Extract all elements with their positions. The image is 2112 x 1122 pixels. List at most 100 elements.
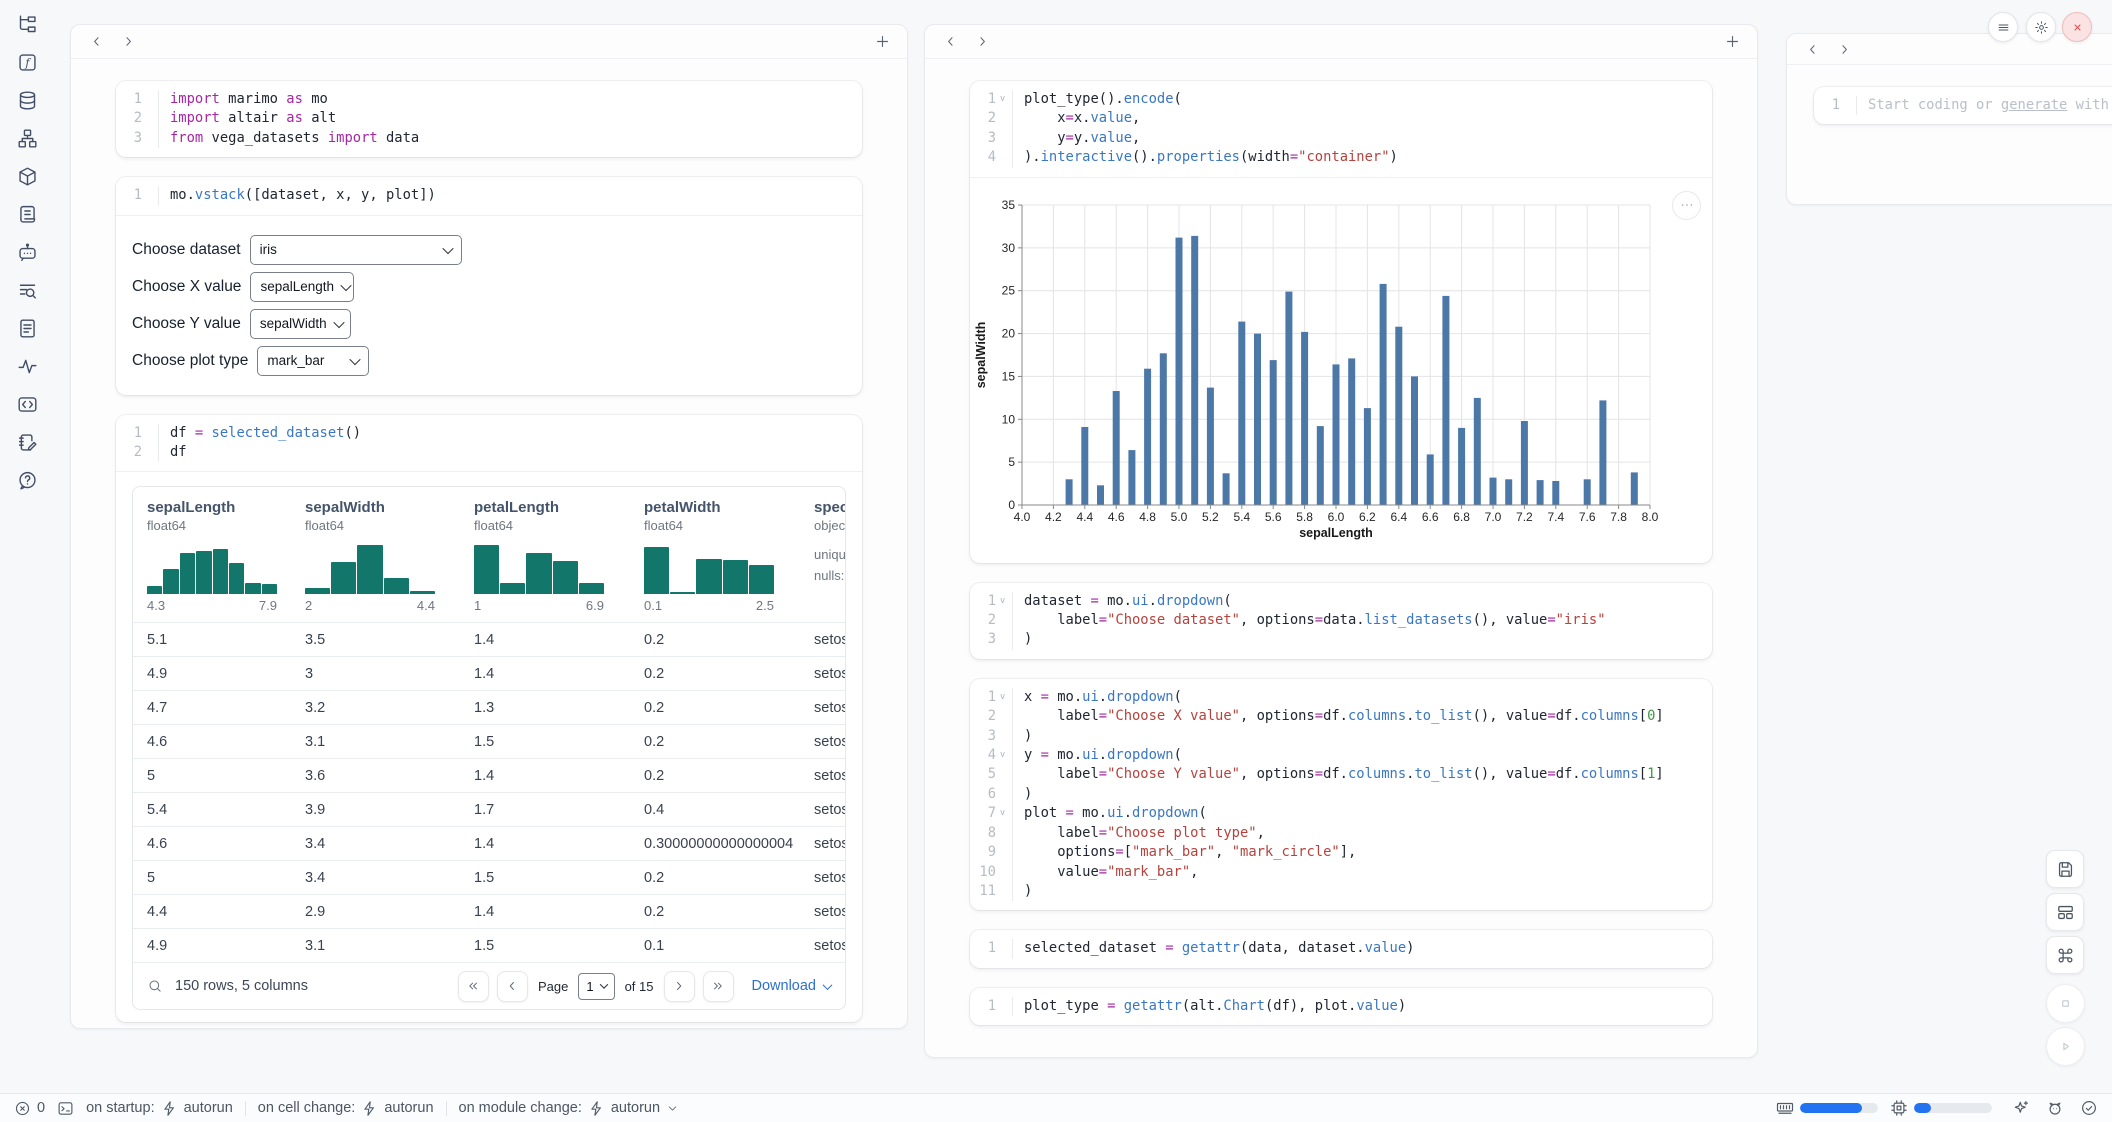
- table-row[interactable]: 5.13.51.40.2setosa: [133, 622, 845, 656]
- code-line[interactable]: 9 options=["mark_bar", "mark_circle"],: [970, 843, 1712, 862]
- fold-chevron-icon[interactable]: v: [996, 804, 1009, 823]
- code-line[interactable]: 2 x=x.value,: [970, 109, 1712, 128]
- table-row[interactable]: 53.41.50.2setosa: [133, 860, 845, 894]
- code-editor[interactable]: 1vplot_type().encode(2 x=x.value,3 y=y.v…: [970, 81, 1712, 177]
- sidebar-chat-bot-icon[interactable]: [17, 242, 38, 263]
- add-cell-button[interactable]: [1719, 29, 1745, 55]
- code-editor[interactable]: 1import marimo as mo2import altair as al…: [116, 81, 862, 157]
- code-editor[interactable]: 1vx = mo.ui.dropdown(2 label="Choose X v…: [970, 679, 1712, 910]
- code-line[interactable]: 11): [970, 882, 1712, 901]
- settings-button[interactable]: [2026, 12, 2056, 42]
- code-line[interactable]: 2import altair as alt: [116, 109, 862, 128]
- code-line[interactable]: 1plot_type = getattr(alt.Chart(df), plot…: [970, 997, 1712, 1016]
- sidebar-function-square-icon[interactable]: f: [17, 52, 38, 73]
- table-row[interactable]: 4.42.91.40.2setosa: [133, 894, 845, 928]
- dataset-select[interactable]: iris: [250, 235, 462, 265]
- sidebar-file-tree-icon[interactable]: [17, 14, 38, 35]
- prev-page-button[interactable]: [497, 971, 528, 1002]
- sidebar-package-icon[interactable]: [17, 166, 38, 187]
- sidebar-document-icon[interactable]: [17, 318, 38, 339]
- last-page-button[interactable]: [703, 971, 734, 1002]
- selected-dataset-code-cell[interactable]: 1selected_dataset = getattr(data, datase…: [970, 930, 1712, 967]
- y-value-select[interactable]: sepalWidth: [250, 309, 351, 339]
- code-line[interactable]: 3from vega_datasets import data: [116, 129, 862, 148]
- column-left-button[interactable]: [83, 29, 109, 55]
- code-line[interactable]: 7vplot = mo.ui.dropdown(: [970, 804, 1712, 823]
- ai-assistant-button[interactable]: [2012, 1099, 2030, 1117]
- save-button[interactable]: [2046, 850, 2084, 888]
- plot-type-select[interactable]: mark_bar: [257, 346, 369, 376]
- table-row[interactable]: 4.63.11.50.2setosa: [133, 724, 845, 758]
- next-page-button[interactable]: [664, 971, 695, 1002]
- sidebar-code-snippet-icon[interactable]: [17, 394, 38, 415]
- table-row[interactable]: 5.43.91.70.4setosa: [133, 792, 845, 826]
- run-all-button[interactable]: [2046, 1027, 2085, 1066]
- imports-code-cell[interactable]: 1import marimo as mo2import altair as al…: [116, 81, 862, 157]
- table-row[interactable]: 53.61.40.2setosa: [133, 758, 845, 792]
- connection-status-button[interactable]: [2080, 1099, 2098, 1117]
- sidebar-dependency-graph-icon[interactable]: [17, 128, 38, 149]
- page-select[interactable]: 1: [578, 973, 614, 1000]
- dataframe-code-cell[interactable]: 1df = selected_dataset()2df sepalLengthf…: [116, 415, 862, 1023]
- table-row[interactable]: 4.93.11.50.1setosa: [133, 928, 845, 962]
- sidebar-scratchpad-icon[interactable]: [17, 432, 38, 453]
- code-editor[interactable]: 1vdataset = mo.ui.dropdown(2 label="Choo…: [970, 583, 1712, 659]
- autorun-setting[interactable]: on startup:autorun: [86, 1100, 233, 1117]
- code-line[interactable]: 2 label="Choose dataset", options=data.l…: [970, 611, 1712, 630]
- code-line[interactable]: 5 label="Choose Y value", options=df.col…: [970, 765, 1712, 784]
- sidebar-database-icon[interactable]: [17, 90, 38, 111]
- copilot-button[interactable]: [2046, 1099, 2064, 1117]
- code-line[interactable]: 3): [970, 727, 1712, 746]
- sidebar-search-list-icon[interactable]: [17, 280, 38, 301]
- code-editor[interactable]: 1plot_type = getattr(alt.Chart(df), plot…: [970, 988, 1712, 1025]
- search-icon[interactable]: [147, 978, 163, 994]
- sidebar-activity-icon[interactable]: [17, 356, 38, 377]
- code-line[interactable]: 1vx = mo.ui.dropdown(: [970, 688, 1712, 707]
- layout-select-button[interactable]: [2046, 893, 2084, 931]
- plot-type-code-cell[interactable]: 1plot_type = getattr(alt.Chart(df), plot…: [970, 988, 1712, 1025]
- table-row[interactable]: 4.73.21.30.2setosa: [133, 690, 845, 724]
- column-left-button[interactable]: [937, 29, 963, 55]
- code-line[interactable]: 8 label="Choose plot type",: [970, 824, 1712, 843]
- chart-actions-button[interactable]: [1672, 191, 1701, 220]
- first-page-button[interactable]: [458, 971, 489, 1002]
- column-header-sepalWidth[interactable]: sepalWidthfloat6424.4: [305, 499, 474, 613]
- error-count-indicator[interactable]: 0: [14, 1100, 45, 1117]
- code-line[interactable]: 10 value="mark_bar",: [970, 863, 1712, 882]
- terminal-button[interactable]: [57, 1100, 74, 1117]
- sidebar-script-icon[interactable]: [17, 204, 38, 225]
- dataset-dropdown-code-cell[interactable]: 1vdataset = mo.ui.dropdown(2 label="Choo…: [970, 583, 1712, 659]
- add-cell-button[interactable]: [869, 29, 895, 55]
- fold-chevron-icon[interactable]: v: [996, 688, 1009, 707]
- code-line[interactable]: 3 y=y.value,: [970, 129, 1712, 148]
- memory-usage[interactable]: [1776, 1099, 1878, 1117]
- code-editor[interactable]: 1selected_dataset = getattr(data, datase…: [970, 930, 1712, 967]
- download-button[interactable]: Download: [752, 978, 832, 994]
- fold-chevron-icon[interactable]: v: [996, 90, 1009, 109]
- autorun-setting[interactable]: on module change:autorun: [459, 1100, 680, 1117]
- empty-code-cell[interactable]: 1 Start coding or generate with AI: [1814, 87, 2112, 124]
- code-line[interactable]: 2df: [116, 443, 862, 462]
- vstack-code-cell[interactable]: 1mo.vstack([dataset, x, y, plot]) Choose…: [116, 177, 862, 394]
- dropdowns-code-cell[interactable]: 1vx = mo.ui.dropdown(2 label="Choose X v…: [970, 679, 1712, 910]
- shutdown-button[interactable]: [2062, 12, 2092, 42]
- sidebar-help-icon[interactable]: [17, 470, 38, 491]
- autorun-setting[interactable]: on cell change:autorun: [258, 1100, 434, 1117]
- generate-link[interactable]: generate: [2001, 97, 2067, 113]
- x-value-select[interactable]: sepalLength: [250, 272, 354, 302]
- code-editor[interactable]: 1mo.vstack([dataset, x, y, plot]): [116, 177, 862, 214]
- code-line[interactable]: 4).interactive().properties(width="conta…: [970, 148, 1712, 167]
- code-line[interactable]: 1selected_dataset = getattr(data, datase…: [970, 939, 1712, 958]
- column-header-petalWidth[interactable]: petalWidthfloat640.12.5: [644, 499, 814, 613]
- column-right-button[interactable]: [1831, 36, 1857, 62]
- code-line[interactable]: 4vy = mo.ui.dropdown(: [970, 746, 1712, 765]
- column-left-button[interactable]: [1799, 36, 1825, 62]
- code-line[interactable]: 1mo.vstack([dataset, x, y, plot]): [116, 186, 862, 205]
- editor-placeholder[interactable]: Start coding or generate with AI: [1856, 96, 2112, 115]
- code-line[interactable]: 2 label="Choose X value", options=df.col…: [970, 707, 1712, 726]
- table-row[interactable]: 4.63.41.40.30000000000000004setosa: [133, 826, 845, 860]
- code-line[interactable]: 1df = selected_dataset(): [116, 424, 862, 443]
- code-line[interactable]: 1vplot_type().encode(: [970, 90, 1712, 109]
- notebook-menu-button[interactable]: [1988, 12, 2018, 42]
- fold-chevron-icon[interactable]: v: [996, 592, 1009, 611]
